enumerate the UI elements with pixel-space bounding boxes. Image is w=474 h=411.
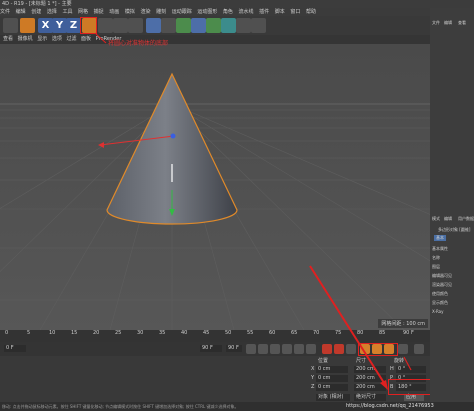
attr-row: X-Ray [432,309,444,314]
right-tab-edit[interactable]: 编辑 [444,20,452,26]
attr-row: 编辑器可见 [432,273,452,278]
attr-row: 使用颜色 [432,291,448,296]
attr-tab-edit[interactable]: 编辑 [444,216,452,222]
attr-tab-userdata[interactable]: 用户数据 [458,216,474,222]
watermark: https://blog.csdn.net/qq_21476953 [346,403,434,409]
object-name-label: 多边形对象 [圆锥] [438,227,471,232]
section-basic-tab[interactable]: 基本 [434,235,446,241]
attr-tab-mode[interactable]: 模式 [432,216,440,222]
annotation-arrows [95,33,412,390]
attr-row: 渲染器可见 [432,282,452,287]
right-tab-view[interactable]: 查看 [458,20,466,26]
right-panel: 文件 编辑 查看 模式 编辑 用户数据 多边形对象 [圆锥] 基本 基本属性 名… [430,8,474,411]
attr-row: 基本属性 [432,246,448,251]
attr-row: 图层 [432,264,440,269]
attr-row: 名称 [432,255,440,260]
attr-row: 显示颜色 [432,300,448,305]
right-tab-file[interactable]: 文件 [432,20,440,26]
